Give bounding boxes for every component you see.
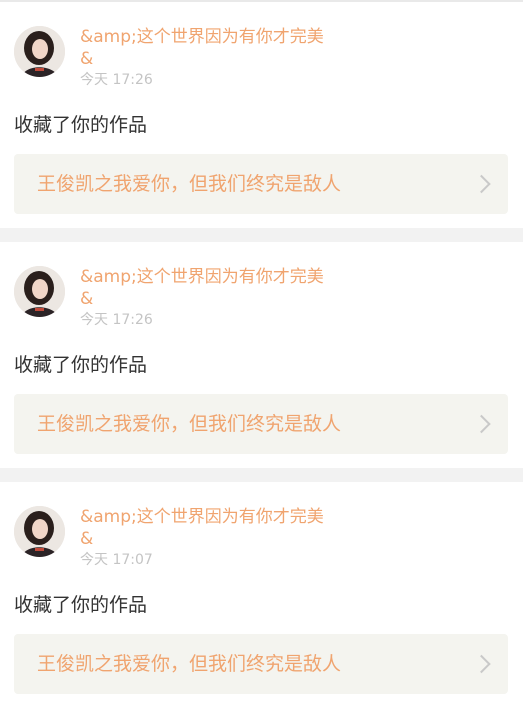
timestamp: 今天 17:26: [80, 312, 153, 328]
notification-header: &amp;这个世界因为有你才完美 & 今天 17:07: [14, 482, 508, 577]
timestamp: 今天 17:26: [80, 72, 153, 88]
avatar[interactable]: [14, 266, 65, 317]
work-title: 王俊凯之我爱你，但我们终究是敌人: [37, 413, 342, 435]
timestamp: 今天 17:07: [80, 552, 153, 568]
avatar[interactable]: [14, 506, 65, 557]
work-link[interactable]: 王俊凯之我爱你，但我们终究是敌人: [14, 394, 508, 454]
notification-meta: &amp;这个世界因为有你才完美 & 今天 17:07: [80, 506, 340, 569]
work-link[interactable]: 王俊凯之我爱你，但我们终究是敌人: [14, 634, 508, 694]
action-text: 收藏了你的作品: [14, 594, 148, 616]
chevron-right-icon: [472, 654, 491, 674]
user-nickname[interactable]: &amp;这个世界因为有你才完美 &: [80, 506, 340, 550]
notification-card: &amp;这个世界因为有你才完美 & 今天 17:26 收藏了你的作品 王俊凯之…: [0, 0, 523, 228]
notification-meta: &amp;这个世界因为有你才完美 & 今天 17:26: [80, 26, 340, 89]
work-title: 王俊凯之我爱你，但我们终究是敌人: [37, 653, 342, 675]
user-nickname[interactable]: &amp;这个世界因为有你才完美 &: [80, 266, 340, 310]
work-title: 王俊凯之我爱你，但我们终究是敌人: [37, 173, 342, 195]
notification-header: &amp;这个世界因为有你才完美 & 今天 17:26: [14, 2, 508, 97]
notification-header: &amp;这个世界因为有你才完美 & 今天 17:26: [14, 242, 508, 337]
notification-feed: &amp;这个世界因为有你才完美 & 今天 17:26 收藏了你的作品 王俊凯之…: [0, 0, 523, 708]
action-text: 收藏了你的作品: [14, 114, 148, 136]
action-text: 收藏了你的作品: [14, 354, 148, 376]
work-link[interactable]: 王俊凯之我爱你，但我们终究是敌人: [14, 154, 508, 214]
notification-card: &amp;这个世界因为有你才完美 & 今天 17:26 收藏了你的作品 王俊凯之…: [0, 242, 523, 468]
avatar[interactable]: [14, 26, 65, 77]
notification-card: &amp;这个世界因为有你才完美 & 今天 17:07 收藏了你的作品 王俊凯之…: [0, 482, 523, 708]
notification-meta: &amp;这个世界因为有你才完美 & 今天 17:26: [80, 266, 340, 329]
user-nickname[interactable]: &amp;这个世界因为有你才完美 &: [80, 26, 340, 70]
chevron-right-icon: [472, 174, 491, 194]
chevron-right-icon: [472, 414, 491, 434]
